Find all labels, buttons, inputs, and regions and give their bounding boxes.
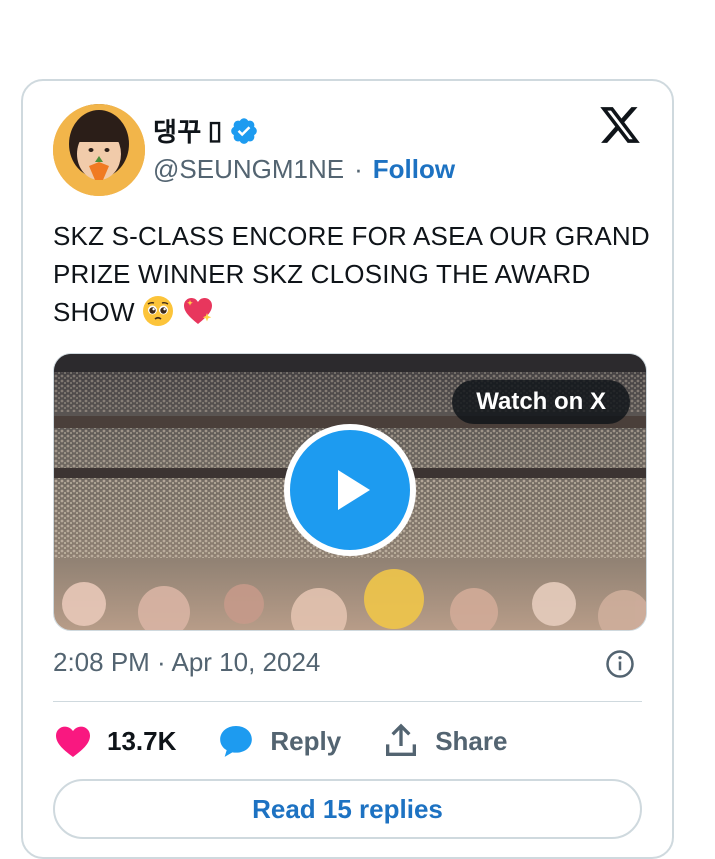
pleading-face-emoji <box>143 296 174 326</box>
share-label: Share <box>435 725 508 756</box>
divider <box>53 701 642 702</box>
display-name[interactable]: 댕꾸 <box>153 112 202 149</box>
reply-button[interactable]: Reply <box>216 721 341 761</box>
x-logo-icon[interactable] <box>598 103 642 147</box>
avatar-image <box>53 104 145 196</box>
play-icon <box>338 470 370 510</box>
share-button[interactable]: Share <box>381 721 507 761</box>
like-button[interactable]: 13.7K <box>53 721 176 761</box>
action-bar: 13.7K Reply Share <box>53 721 547 761</box>
reply-bubble-icon <box>220 726 253 757</box>
watch-on-x-button[interactable]: Watch on X <box>452 380 630 424</box>
share-icon <box>386 723 417 756</box>
video-thumbnail[interactable]: Watch on X <box>53 353 647 631</box>
play-button[interactable] <box>284 424 416 556</box>
tweet-card: 댕꾸 ▯ @SEUNGM1NE · Follow SKZ S-CLASS ENC… <box>21 79 674 859</box>
read-replies-label: Read 15 replies <box>252 793 443 824</box>
handle-row: @SEUNGM1NE · Follow <box>153 154 455 185</box>
author-name-row[interactable]: 댕꾸 ▯ <box>153 112 259 149</box>
info-icon[interactable] <box>605 649 635 679</box>
sparkling-heart-emoji <box>183 298 212 324</box>
timestamp[interactable]: 2:08 PM · Apr 10, 2024 <box>53 647 320 678</box>
name-suffix-glyph: ▯ <box>207 115 223 145</box>
tweet-text: SKZ S-CLASS ENCORE FOR ASEA OUR GRAND PR… <box>53 217 653 331</box>
read-replies-button[interactable]: Read 15 replies <box>53 779 642 839</box>
avatar[interactable] <box>53 104 145 196</box>
verified-badge-icon <box>230 117 257 144</box>
separator: · <box>354 154 363 184</box>
handle[interactable]: @SEUNGM1NE <box>153 154 344 185</box>
reply-label: Reply <box>270 725 342 756</box>
follow-button[interactable]: Follow <box>373 154 455 185</box>
heart-icon <box>56 726 90 757</box>
like-count: 13.7K <box>107 725 177 756</box>
